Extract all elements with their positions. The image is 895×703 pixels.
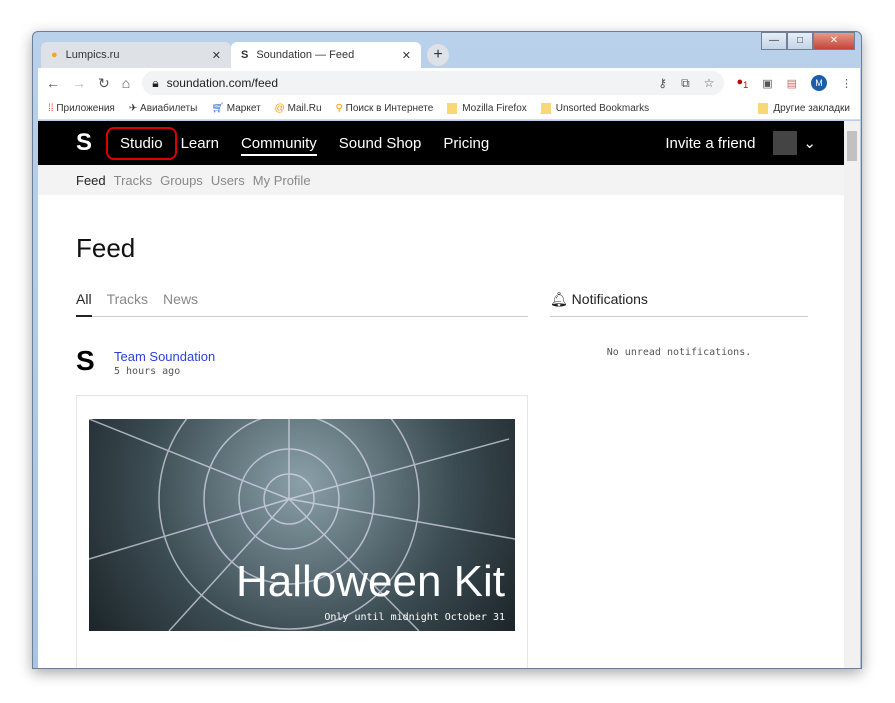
halloween-kit-image[interactable]: Halloween Kit Only until midnight Octobe… [89, 419, 515, 631]
bookmark-search[interactable]: ⚲ Поиск в Интернете [336, 103, 434, 114]
adblock-icon[interactable]: ●1 [736, 76, 748, 90]
pdf-icon[interactable]: ▤ [787, 77, 797, 90]
profile-avatar[interactable]: M [811, 75, 827, 91]
back-icon[interactable]: ← [46, 75, 60, 91]
scrollbar[interactable] [844, 121, 860, 668]
bookmark-market[interactable]: 🛒︎ Маркет [211, 103, 260, 114]
post-time: 5 hours ago [114, 366, 181, 377]
soundation-logo[interactable]: S [76, 129, 92, 157]
folder-icon [540, 102, 551, 114]
close-window-button[interactable]: ✕ [813, 32, 855, 50]
scrollbar-thumb[interactable] [847, 131, 857, 161]
post-author[interactable]: Team Soundation [114, 349, 215, 364]
bookmark-avia[interactable]: ✈ Авиабилеты [129, 103, 197, 114]
soundation-logo: S [76, 345, 95, 376]
star-icon[interactable]: ☆ [704, 76, 715, 91]
soundation-favicon-icon: S [241, 49, 249, 61]
subnav-feed[interactable]: Feed [76, 173, 106, 188]
address-bar[interactable]: 🔒︎ soundation.com/feed ⚷ ⧉ ☆ [142, 71, 725, 95]
new-tab-button[interactable]: + [427, 44, 449, 66]
subnav-users[interactable]: Users [211, 173, 245, 188]
orange-favicon-icon: ● [51, 49, 58, 61]
forward-icon[interactable]: → [72, 75, 86, 91]
minimize-button[interactable]: — [761, 32, 787, 50]
feed-tabs: All Tracks News [76, 291, 528, 317]
notifications-header: 🔔︎ Notifications [550, 291, 808, 317]
subnav-my-profile[interactable]: My Profile [253, 173, 311, 188]
nav-community[interactable]: Community [240, 134, 317, 156]
browser-window: — □ ✕ ● Lumpics.ru ✕ S Soundation — Feed ✕ +… [32, 31, 862, 669]
user-avatar[interactable] [773, 131, 798, 155]
site-nav: S Studio Learn Community Sound Shop Pric… [38, 121, 844, 165]
tab-lumpics[interactable]: ● Lumpics.ru ✕ [41, 42, 231, 68]
bookmark-mailru[interactable]: @ Mail.Ru [275, 103, 322, 114]
maximize-button[interactable]: □ [787, 32, 813, 50]
nav-sound-shop[interactable]: Sound Shop [329, 129, 432, 158]
reload-icon[interactable]: ↻ [98, 75, 110, 92]
bookmark-other[interactable]: Другие закладки [758, 102, 850, 114]
home-icon[interactable]: ⌂ [122, 75, 130, 91]
invite-friend-link[interactable]: Invite a friend [665, 135, 755, 152]
bell-icon: 🔔︎ [550, 291, 568, 307]
subnav-groups[interactable]: Groups [160, 173, 203, 188]
bookmark-firefox[interactable]: Mozilla Firefox [447, 102, 527, 114]
bookmark-apps[interactable]: ⁞⁞ Приложения [48, 103, 115, 114]
tab-soundation[interactable]: S Soundation — Feed ✕ [231, 42, 421, 68]
post-card: Halloween Kit Only until midnight Octobe… [76, 395, 528, 668]
nav-pricing[interactable]: Pricing [433, 129, 499, 158]
window-controls: — □ ✕ [761, 32, 855, 50]
image-title: Halloween Kit [235, 557, 505, 606]
nav-studio[interactable]: Studio [106, 126, 177, 160]
sub-nav: Feed Tracks Groups Users My Profile [38, 165, 844, 195]
close-tab-icon[interactable]: ✕ [402, 49, 411, 62]
close-tab-icon[interactable]: ✕ [212, 49, 221, 62]
no-notifications-text: No unread notifications. [606, 347, 752, 358]
url-text: soundation.com/feed [166, 76, 279, 90]
subnav-tracks[interactable]: Tracks [114, 173, 153, 188]
nav-learn[interactable]: Learn [179, 129, 229, 158]
extension-icon[interactable]: ▣ [762, 77, 772, 90]
lock-icon: 🔒︎ [152, 75, 159, 90]
folder-icon [758, 102, 769, 114]
web-page: S Studio Learn Community Sound Shop Pric… [38, 121, 860, 668]
bookmark-unsorted[interactable]: Unsorted Bookmarks [540, 102, 649, 114]
page-title: Feed [76, 233, 136, 263]
image-subtitle: Only until midnight October 31 [324, 612, 505, 623]
translate-icon[interactable]: ⧉ [681, 76, 690, 91]
chevron-down-icon[interactable]: ⌄ [803, 134, 816, 152]
folder-icon [447, 102, 458, 114]
tab-all[interactable]: All [76, 291, 92, 317]
tab-news[interactable]: News [163, 291, 198, 316]
menu-icon[interactable]: ⋮ [841, 77, 852, 90]
bookmarks-bar: ⁞⁞ Приложения ✈ Авиабилеты 🛒︎ Маркет @ M… [38, 98, 860, 120]
key-icon[interactable]: ⚷ [658, 76, 667, 91]
tab-tracks[interactable]: Tracks [107, 291, 148, 316]
